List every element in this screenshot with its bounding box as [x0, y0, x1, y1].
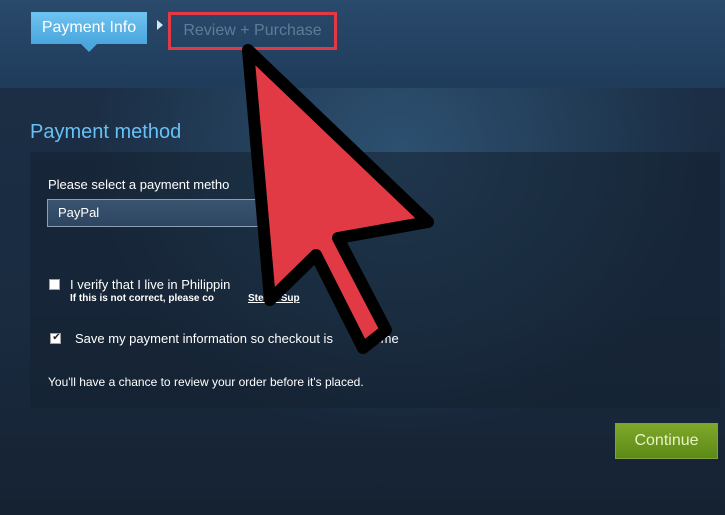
- steam-support-link[interactable]: Steam Sup: [248, 293, 300, 304]
- verify-note: If this is not correct, please co Steam S…: [70, 293, 300, 304]
- verify-checkbox[interactable]: [49, 279, 60, 290]
- payment-method-label: Please select a payment metho: [48, 177, 230, 192]
- step-payment-info[interactable]: Payment Info: [31, 12, 147, 52]
- save-label-text: Save my payment information so checkout …: [75, 331, 333, 346]
- checkmark-icon: ✔: [52, 332, 61, 343]
- verify-label: I verify that I live in Philippin: [70, 277, 231, 292]
- step-separator-icon: [157, 20, 163, 30]
- step-review-purchase[interactable]: Review + Purchase: [168, 12, 337, 50]
- verify-note-text: If this is not correct, please co: [70, 293, 214, 304]
- save-checkbox[interactable]: ✔: [50, 332, 61, 344]
- review-note: You'll have a chance to review your orde…: [48, 375, 364, 389]
- section-title: Payment method: [30, 121, 182, 143]
- payment-method-select[interactable]: PayPal: [47, 199, 307, 227]
- continue-button[interactable]: Continue: [615, 423, 718, 459]
- payment-method-value: PayPal: [58, 205, 100, 220]
- save-label: Save my payment information so checkout …: [75, 331, 399, 346]
- save-label-end: t time: [366, 331, 399, 346]
